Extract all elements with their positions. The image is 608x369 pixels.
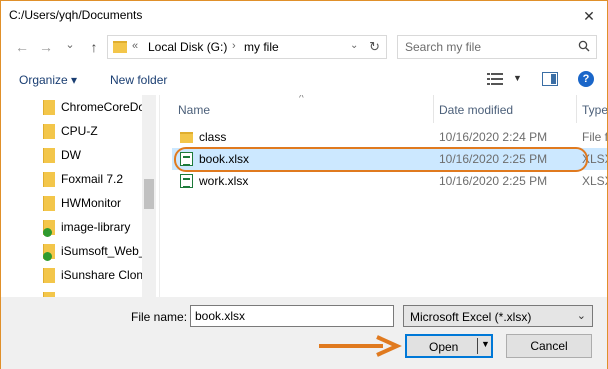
address-overflow-icon[interactable]: «	[132, 40, 138, 52]
folder-icon	[43, 100, 55, 115]
split-divider	[477, 338, 478, 354]
folder-icon	[113, 41, 127, 53]
sort-indicator-icon: ^	[299, 95, 304, 104]
tree-item-hwmonitor[interactable]: HWMonitor	[41, 191, 154, 215]
cancel-button[interactable]: Cancel	[506, 334, 592, 358]
search-input[interactable]	[398, 36, 576, 58]
back-arrow-icon[interactable]: ←	[13, 39, 31, 55]
tree-item-dw[interactable]: DW	[41, 143, 154, 167]
tree-item-foxmail[interactable]: Foxmail 7.2	[41, 167, 154, 191]
view-options-dropdown-icon[interactable]: ▼	[513, 73, 522, 83]
tree-item-label: iSumsoft_Web_	[61, 244, 146, 258]
tree-item-partial	[41, 287, 154, 297]
column-divider[interactable]	[576, 95, 577, 123]
file-name: work.xlsx	[199, 174, 249, 188]
synced-folder-icon	[43, 244, 55, 261]
tree-item-isumsoft-web[interactable]: iSumsoft_Web_	[41, 239, 154, 263]
tree-item-isunshare-clon[interactable]: iSunshare Clon	[41, 263, 154, 287]
close-button[interactable]: ✕	[579, 7, 599, 25]
file-list: ^ Name Date modified Type class 10/16/20…	[166, 95, 607, 297]
tree-item-label: DW	[61, 148, 81, 162]
refresh-icon[interactable]: ↻	[369, 39, 380, 55]
column-header-name[interactable]: Name	[178, 103, 210, 117]
file-date: 10/16/2020 2:25 PM	[439, 174, 548, 188]
open-options-dropdown-icon[interactable]: ▼	[481, 339, 490, 349]
file-type-value: Microsoft Excel (*.xlsx)	[410, 310, 532, 324]
new-folder-button[interactable]: New folder	[110, 73, 167, 87]
recent-locations-chevron-icon[interactable]: ⌄	[61, 37, 79, 53]
tree-item-label: ChromeCoreDo	[61, 100, 146, 114]
change-view-icon[interactable]	[487, 73, 503, 85]
tree-item-label: iSunshare Clon	[61, 268, 144, 282]
file-name-input[interactable]	[190, 305, 394, 327]
preview-pane-icon[interactable]	[542, 72, 558, 86]
file-type-select[interactable]: Microsoft Excel (*.xlsx) ⌄	[403, 305, 593, 327]
folder-icon	[180, 132, 193, 143]
up-folder-arrow-icon[interactable]: ↑	[85, 39, 103, 55]
column-header-date[interactable]: Date modified	[439, 103, 513, 117]
highlight-annotation	[174, 147, 588, 172]
file-type: File f	[582, 130, 607, 144]
window-title: C:/Users/yqh/Documents	[9, 8, 143, 22]
excel-file-icon	[180, 174, 193, 188]
file-open-dialog: C:/Users/yqh/Documents ✕ ← → ⌄ ↑ « Local…	[0, 0, 608, 369]
title-bar: C:/Users/yqh/Documents ✕	[1, 1, 607, 31]
column-divider[interactable]	[433, 95, 434, 123]
folder-icon	[43, 196, 55, 211]
breadcrumb-local-disk[interactable]: Local Disk (G:)	[148, 40, 227, 54]
synced-folder-icon	[43, 220, 55, 237]
folder-icon	[43, 148, 55, 163]
open-button-label: Open	[429, 340, 459, 354]
help-icon[interactable]: ?	[578, 71, 594, 87]
tree-item-label: Foxmail 7.2	[61, 172, 124, 186]
pane-divider[interactable]	[159, 95, 160, 297]
breadcrumb-my-file[interactable]: my file	[244, 40, 279, 54]
address-bar[interactable]: « Local Disk (G:) › my file ⌄ ↻	[107, 35, 387, 59]
chevron-down-icon: ⌄	[576, 310, 586, 322]
file-name-label: File name:	[131, 310, 188, 324]
organize-button[interactable]: Organize ▾	[19, 73, 77, 87]
folder-icon	[43, 124, 55, 139]
open-button[interactable]: Open ▼	[405, 334, 493, 358]
tree-item-cpu-z[interactable]: CPU-Z	[41, 119, 154, 143]
navigation-pane: ChromeCoreDo CPU-Z DW Foxmail 7.2 HWMoni…	[41, 95, 154, 297]
navigation-scrollbar[interactable]	[142, 95, 156, 297]
tree-item-label: CPU-Z	[61, 124, 98, 138]
file-name: class	[199, 130, 227, 144]
file-date: 10/16/2020 2:24 PM	[439, 130, 548, 144]
breadcrumb-separator-icon[interactable]: ›	[232, 40, 236, 52]
tree-item-label: image-library	[61, 220, 131, 234]
scrollbar-thumb[interactable]	[144, 179, 154, 209]
forward-arrow-icon[interactable]: →	[37, 39, 55, 55]
folder-icon	[43, 172, 55, 187]
column-header-type[interactable]: Type	[582, 103, 607, 117]
folder-icon	[43, 268, 55, 283]
tree-item-label: HWMonitor	[61, 196, 122, 210]
tree-item-image-library[interactable]: image-library	[41, 215, 154, 239]
file-type: XLSX	[582, 174, 607, 188]
address-dropdown-icon[interactable]: ⌄	[350, 40, 358, 51]
file-row-class[interactable]: class 10/16/2020 2:24 PM File f	[172, 126, 607, 148]
arrow-annotation-icon	[319, 335, 402, 357]
search-icon[interactable]	[578, 40, 590, 52]
file-row-work-xlsx[interactable]: work.xlsx 10/16/2020 2:25 PM XLSX	[172, 170, 607, 192]
search-box[interactable]	[397, 35, 597, 59]
tree-item-chromecoredo[interactable]: ChromeCoreDo	[41, 95, 154, 119]
